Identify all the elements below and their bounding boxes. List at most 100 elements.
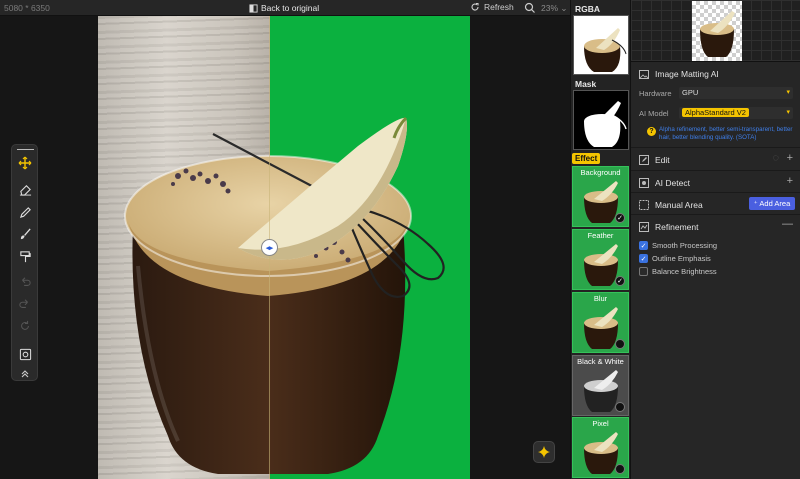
add-detect-icon[interactable]: +	[787, 175, 793, 187]
refresh-label: Refresh	[484, 2, 514, 12]
sparkle-icon	[538, 446, 550, 458]
hardware-label: Hardware	[639, 89, 672, 98]
effect-blur[interactable]: Blur	[572, 292, 629, 353]
add-area-button[interactable]: ⁺ Add Area	[749, 197, 795, 210]
reset-button[interactable]	[16, 317, 34, 335]
smooth-processing-option[interactable]: ✓ Smooth Processing	[639, 241, 717, 250]
rgba-thumbnail[interactable]	[573, 15, 629, 75]
outline-emphasis-option[interactable]: ✓ Outline Emphasis	[639, 254, 711, 263]
zoom-dropdown[interactable]: 23% ⌄	[541, 3, 568, 14]
back-to-original-button[interactable]: Back to original	[249, 2, 319, 14]
unselected-radio-icon	[615, 402, 625, 412]
selected-check-icon: ✓	[615, 276, 625, 286]
settings-panel: Image Matting AI Hardware GPU ▾ AI Model…	[630, 0, 800, 479]
rgba-label: RGBA	[575, 4, 601, 14]
model-value: AlphaStandard V2	[682, 108, 749, 117]
edit-icon	[639, 155, 649, 165]
checkbox-checked[interactable]: ✓	[639, 241, 648, 250]
paint-roller-icon	[19, 250, 31, 262]
option-label: Balance Brightness	[652, 267, 717, 276]
effect-label: Pixel	[592, 419, 609, 428]
back-label: Back to original	[261, 3, 320, 13]
effect-label: Black & White	[577, 357, 624, 366]
option-label: Smooth Processing	[652, 241, 718, 250]
effect-pixel[interactable]: Pixel	[572, 417, 629, 478]
edit-header: Edit	[639, 155, 670, 165]
effect-feather[interactable]: Feather ✓	[572, 229, 629, 290]
checkbox-checked[interactable]: ✓	[639, 254, 648, 263]
drink-image	[124, 116, 445, 474]
model-label: AI Model	[639, 109, 669, 118]
hardware-value: GPU	[682, 88, 699, 97]
refresh-icon	[471, 2, 479, 11]
refresh-button[interactable]: Refresh	[470, 2, 514, 12]
eraser-tool[interactable]	[16, 180, 34, 198]
manual-label: Manual Area	[655, 200, 703, 210]
redo-button[interactable]	[16, 295, 34, 313]
ai-detect-section[interactable]: AI Detect +	[631, 171, 800, 193]
model-select[interactable]: AlphaStandard V2 ▾	[679, 107, 793, 119]
rgba-preview-image	[584, 28, 627, 72]
help-icon: ?	[647, 127, 656, 136]
hardware-select[interactable]: GPU ▾	[679, 87, 793, 99]
search-icon[interactable]	[524, 2, 536, 14]
move-tool[interactable]	[16, 154, 34, 172]
chevron-up-icon	[21, 370, 29, 378]
manual-area-header: Manual Area	[639, 200, 703, 210]
edit-section[interactable]: Edit ◌ +	[631, 148, 800, 171]
edit-label: Edit	[655, 155, 670, 165]
collapse-toolbar-button[interactable]	[16, 365, 34, 383]
redo-icon	[19, 299, 28, 308]
add-edit-icon[interactable]: +	[787, 152, 793, 164]
compare-split-handle[interactable]: ◂▸	[261, 239, 278, 256]
detect-label: AI Detect	[655, 178, 690, 188]
mask-label: Mask	[575, 79, 597, 89]
top-bar: 5080 * 6350 Back to original Refresh 23%…	[0, 0, 570, 16]
plus-icon: ⁺	[753, 199, 758, 208]
chevron-down-icon: ▾	[786, 89, 790, 96]
refinement-label: Refinement	[655, 222, 699, 232]
undo-icon	[22, 277, 31, 286]
effect-label: Background	[580, 168, 621, 177]
effect-black-white[interactable]: Black & White	[572, 355, 629, 416]
mask-preview-image	[584, 101, 627, 147]
effect-label: Blur	[593, 294, 608, 303]
balance-brightness-option[interactable]: Balance Brightness	[639, 267, 717, 276]
checkbox-unchecked[interactable]	[639, 267, 648, 276]
fit-view-button[interactable]	[16, 345, 34, 363]
ai-enhance-button[interactable]	[533, 441, 555, 463]
reset-icon[interactable]: ◌	[772, 152, 779, 164]
refinement-icon	[639, 222, 649, 232]
tool-palette	[11, 144, 38, 381]
brush-icon	[20, 228, 31, 239]
output-preview	[631, 0, 800, 62]
image-dimensions: 5080 * 6350	[4, 3, 50, 13]
image-icon	[639, 69, 649, 79]
pen-icon	[19, 206, 31, 218]
matting-header: Image Matting AI	[639, 69, 719, 79]
model-hint: Alpha refinement, better semi-transparen…	[659, 126, 793, 141]
effect-label: Feather	[587, 231, 614, 240]
frame-icon	[19, 348, 31, 360]
split-arrows-icon: ◂▸	[265, 244, 274, 252]
refinement-header: Refinement	[639, 222, 698, 232]
detect-icon	[639, 178, 649, 188]
toolbar-grip[interactable]	[17, 149, 34, 150]
roller-tool[interactable]	[16, 247, 34, 265]
mask-thumbnail[interactable]	[573, 90, 629, 150]
chevron-down-icon: ▾	[786, 109, 790, 116]
effect-background[interactable]: Background ✓	[572, 166, 629, 227]
area-select-icon	[639, 200, 649, 210]
collapse-icon[interactable]: —	[782, 218, 793, 230]
photo-area: ◂▸	[98, 16, 470, 479]
undo-button[interactable]	[16, 273, 34, 291]
compare-icon	[249, 3, 258, 13]
zoom-value: 23%	[541, 3, 559, 13]
brush-tool[interactable]	[16, 225, 34, 243]
unselected-radio-icon	[615, 339, 625, 349]
image-canvas[interactable]: ◂▸	[0, 16, 570, 479]
refinement-section: Refinement — ✓ Smooth Processing ✓ Outli…	[631, 215, 800, 285]
option-label: Outline Emphasis	[652, 254, 711, 263]
pen-tool[interactable]	[16, 203, 34, 221]
selected-check-icon: ✓	[615, 213, 625, 223]
